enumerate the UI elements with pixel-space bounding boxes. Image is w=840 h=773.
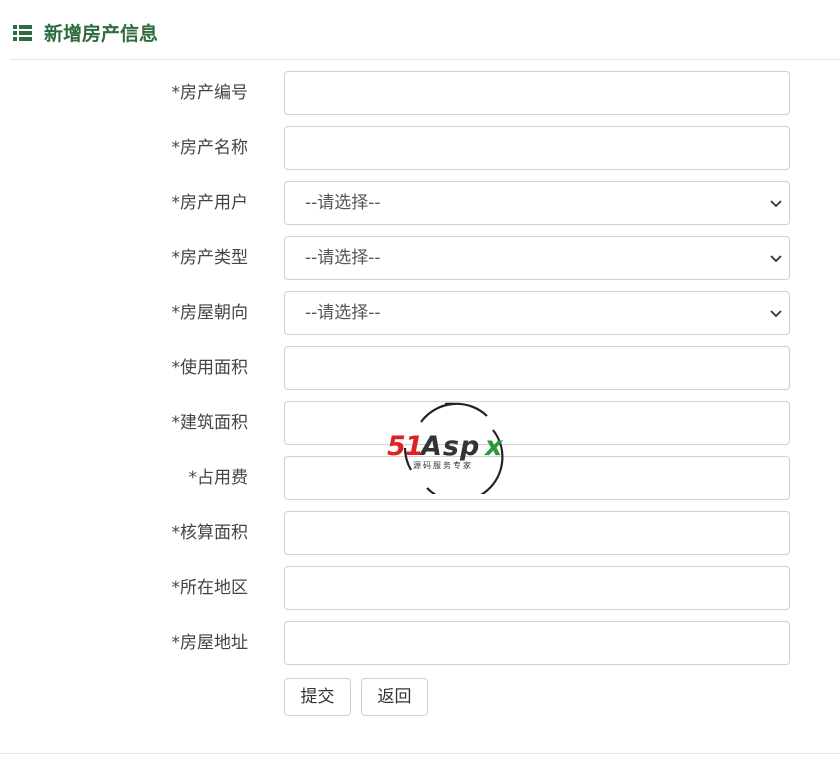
back-button[interactable]: 返回: [361, 678, 428, 716]
orientation-select[interactable]: --请选择--: [284, 291, 790, 335]
usable-area-input[interactable]: [284, 346, 790, 390]
field-label: *房产名称: [171, 138, 249, 158]
house-type-select[interactable]: --请选择--: [284, 236, 790, 280]
region-input[interactable]: [284, 566, 790, 610]
house-name-input[interactable]: [284, 126, 790, 170]
form-row-house-name: *房产名称: [0, 126, 840, 170]
bottom-divider: [0, 753, 840, 754]
watermark-tagline: 源码服务专家: [413, 461, 473, 470]
field-label: *房屋朝向: [171, 303, 249, 323]
building-area-input[interactable]: [284, 401, 790, 445]
field-label: *房产编号: [171, 83, 249, 103]
watermark-brand-red: 51: [387, 431, 424, 462]
form-row-house-number: *房产编号: [0, 71, 840, 115]
page-title: 新增房产信息: [44, 23, 159, 45]
field-label: *房屋地址: [171, 633, 249, 653]
select-value: --请选择--: [305, 193, 381, 213]
form-row-usable-area: *使用面积: [0, 346, 840, 390]
select-value: --请选择--: [305, 248, 381, 268]
watermark-brand-dark: Asp: [421, 431, 481, 462]
house-number-input[interactable]: [284, 71, 790, 115]
form-row-orientation: *房屋朝向 --请选择--: [0, 291, 840, 335]
form-row-address: *房屋地址: [0, 621, 840, 665]
address-input[interactable]: [284, 621, 790, 665]
house-user-select[interactable]: --请选择--: [284, 181, 790, 225]
form-row-house-user: *房产用户 --请选择--: [0, 181, 840, 225]
field-label: *所在地区: [171, 578, 249, 598]
form-row-region: *所在地区: [0, 566, 840, 610]
occupancy-fee-input[interactable]: [284, 456, 790, 500]
submit-button[interactable]: 提交: [284, 678, 351, 716]
watermark-brand-green: x: [485, 431, 503, 462]
field-label: *核算面积: [171, 523, 249, 543]
form-row-accounting-area: *核算面积: [0, 511, 840, 555]
page-header: 新增房产信息: [10, 0, 840, 60]
select-value: --请选择--: [305, 303, 381, 323]
watermark-logo: 51 Asp x 源码服务专家: [385, 402, 515, 494]
field-label: *建筑面积: [171, 413, 249, 433]
chevron-down-icon: [770, 200, 782, 208]
form-row-house-type: *房产类型 --请选择--: [0, 236, 840, 280]
chevron-down-icon: [770, 255, 782, 263]
field-label: *房产用户: [171, 193, 249, 213]
list-icon: [13, 25, 32, 42]
field-label: *使用面积: [171, 358, 249, 378]
chevron-down-icon: [770, 310, 782, 318]
field-label: *占用费: [188, 468, 249, 488]
field-label: *房产类型: [171, 248, 249, 268]
accounting-area-input[interactable]: [284, 511, 790, 555]
